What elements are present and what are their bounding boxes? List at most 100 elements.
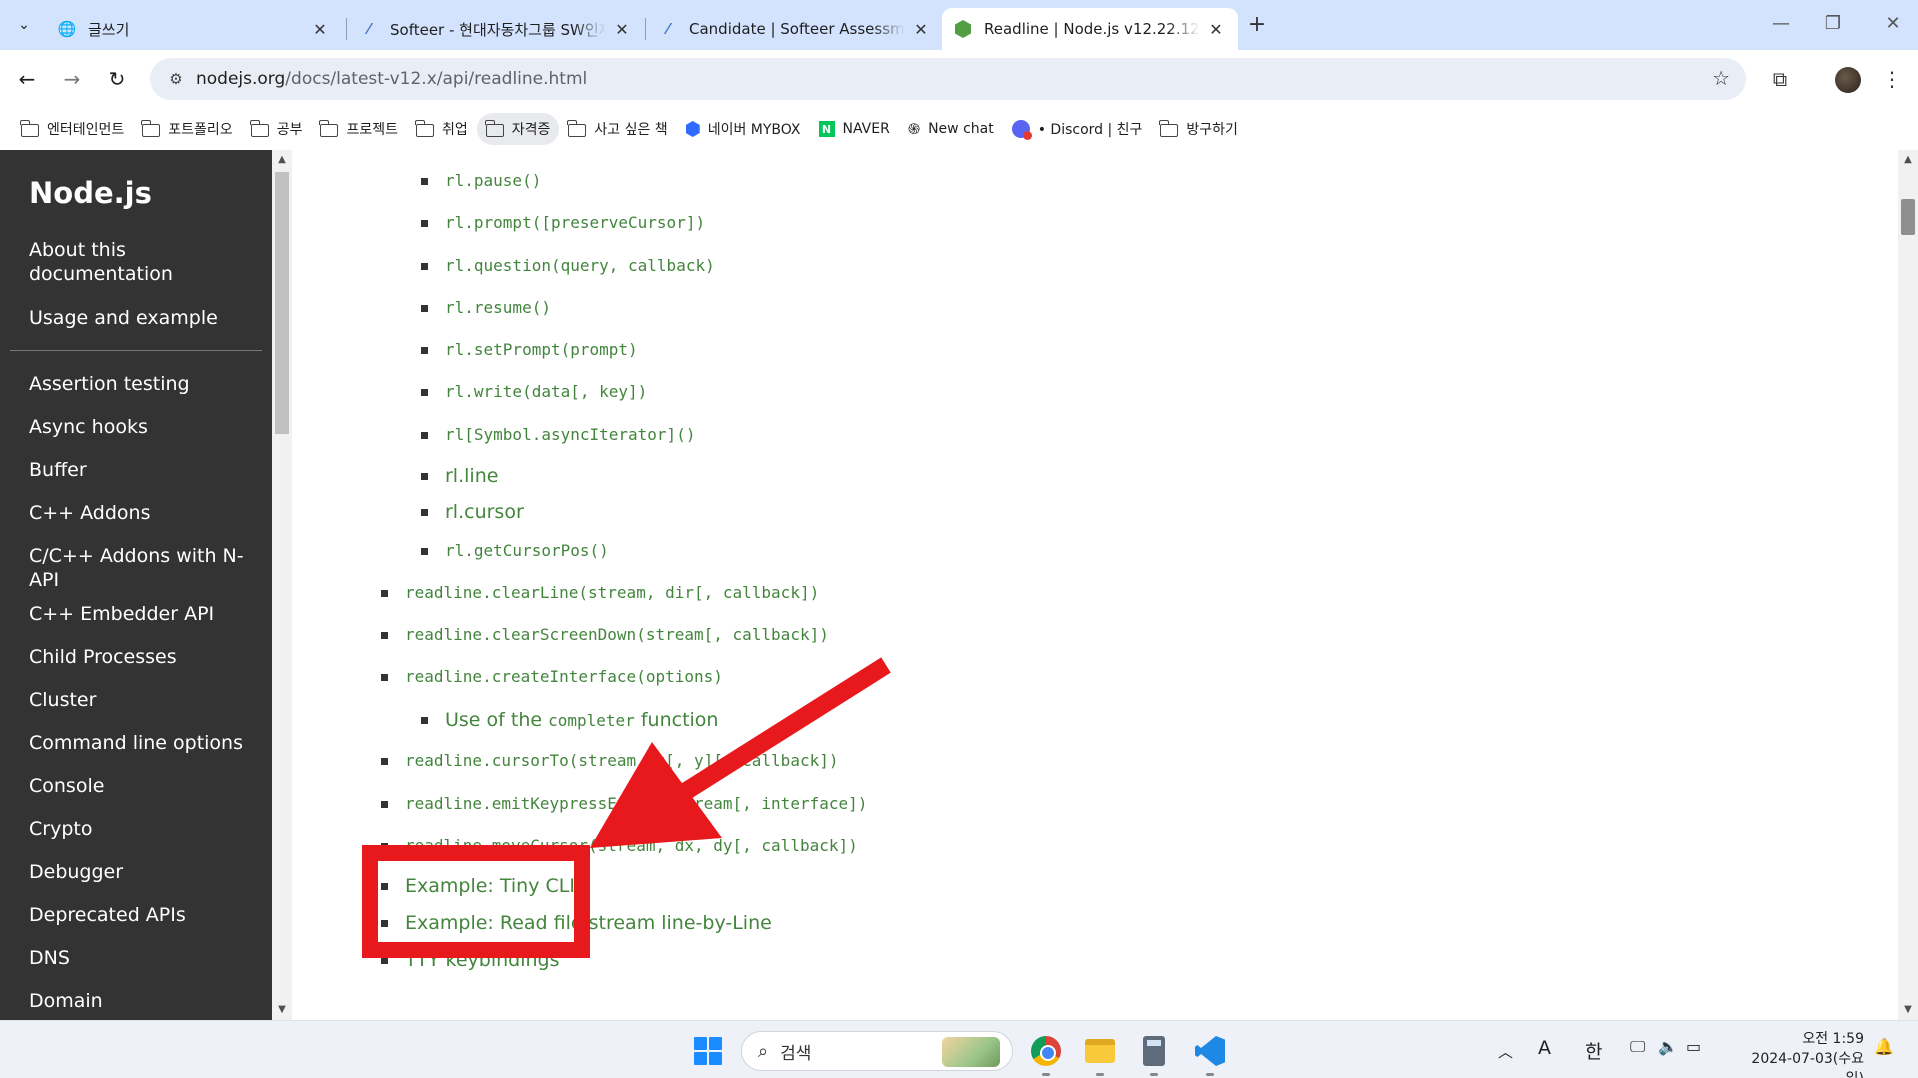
vscode-icon[interactable] <box>1190 1031 1230 1071</box>
sidebar-item[interactable]: C/C++ Addons with N-API <box>29 544 269 592</box>
link-text: function <box>634 709 719 731</box>
toc-list-item: rl.write(data[, key]) <box>421 380 647 404</box>
toc-link[interactable]: readline.emitKeypressEvents(stream[, int… <box>405 792 867 816</box>
toc-link[interactable]: rl.setPrompt(prompt) <box>445 338 638 362</box>
sidebar-item[interactable]: C++ Embedder API <box>29 602 269 626</box>
sidebar-item[interactable]: Command line options <box>29 731 269 755</box>
toc-link[interactable]: rl.line <box>445 464 498 488</box>
sidebar-item[interactable]: Domain <box>29 989 269 1013</box>
ime-language-indicator[interactable]: 한 <box>1585 1037 1602 1064</box>
sidebar-item[interactable]: Cluster <box>29 688 269 712</box>
bookmark-folder[interactable]: 엔터테인먼트 <box>12 113 133 145</box>
sidebar-item-usage[interactable]: Usage and example <box>29 306 269 330</box>
window-close-icon[interactable]: ✕ <box>1868 8 1918 40</box>
toc-link[interactable]: rl.prompt([preserveCursor]) <box>445 211 705 235</box>
tab-3[interactable]: ⁄ Candidate | Softeer Assessment ✕ <box>647 8 943 50</box>
scroll-up-arrow-icon[interactable]: ▲ <box>272 154 292 165</box>
battery-icon[interactable]: ▭ <box>1686 1037 1701 1056</box>
bookmark-link[interactable]: • Discord | 친구 <box>1003 113 1152 145</box>
running-indicator <box>1150 1073 1158 1076</box>
toc-link[interactable]: rl.pause() <box>445 169 541 193</box>
close-tab-icon[interactable]: ✕ <box>310 20 330 39</box>
folder-icon <box>141 119 161 137</box>
bookmark-folder[interactable]: 공부 <box>242 113 312 145</box>
bookmark-label: 공부 <box>276 122 303 138</box>
sidebar-item[interactable]: Crypto <box>29 817 269 841</box>
windows-start-icon[interactable] <box>694 1037 722 1065</box>
system-clock[interactable]: 오전 1:59 2024-07-03(수요일) <box>1734 1029 1894 1078</box>
bookmark-folder[interactable]: 포트폴리오 <box>133 113 241 145</box>
tab-2[interactable]: ⁄ Softeer - 현대자동차그룹 SW인재확보플랫폼 ✕ <box>348 8 644 50</box>
address-bar[interactable]: ⚙ nodejs.org/docs/latest-v12.x/api/readl… <box>150 58 1746 100</box>
reload-button[interactable]: ↻ <box>101 63 133 95</box>
sidebar-item[interactable]: Debugger <box>29 860 269 884</box>
tab-1[interactable]: 🌐 글쓰기 ✕ <box>46 8 342 50</box>
volume-icon[interactable]: 🔈 <box>1658 1037 1678 1056</box>
bookmark-link[interactable]: N NAVER <box>810 113 899 145</box>
toc-link[interactable]: readline.clearScreenDown(stream[, callba… <box>405 623 829 647</box>
site-info-icon[interactable]: ⚙ <box>156 70 196 88</box>
sidebar-item[interactable]: Async hooks <box>29 415 269 439</box>
sidebar-item[interactable]: Console <box>29 774 269 798</box>
calculator-icon[interactable] <box>1134 1031 1174 1071</box>
notification-bell-icon[interactable]: 🔔 <box>1874 1037 1894 1056</box>
bookmark-link[interactable]: 네이버 MYBOX <box>677 113 810 145</box>
forward-button[interactable]: → <box>56 63 88 95</box>
scroll-down-arrow-icon[interactable]: ▼ <box>272 1004 292 1015</box>
toc-link[interactable]: rl.question(query, callback) <box>445 254 715 278</box>
sidebar-item[interactable]: Deprecated APIs <box>29 903 269 927</box>
bookmark-folder[interactable]: 프로젝트 <box>311 113 407 145</box>
sidebar-scroll-thumb[interactable] <box>275 172 289 434</box>
toc-link[interactable]: rl[Symbol.asyncIterator]() <box>445 423 695 447</box>
toc-link[interactable]: rl.cursor <box>445 500 524 524</box>
profile-avatar[interactable] <box>1835 67 1861 93</box>
toc-link[interactable]: readline.clearLine(stream, dir[, callbac… <box>405 581 819 605</box>
nodejs-logo[interactable]: Node.js <box>29 176 152 210</box>
network-icon[interactable]: 🖵 <box>1630 1037 1645 1057</box>
more-menu-icon[interactable]: ⋮ <box>1876 63 1908 95</box>
tab-search-button[interactable]: ⌄ <box>8 9 40 41</box>
extensions-icon[interactable]: ⧉ <box>1764 63 1796 95</box>
chrome-icon[interactable] <box>1026 1031 1066 1071</box>
bookmark-star-icon[interactable]: ☆ <box>1712 66 1730 90</box>
taskbar-search[interactable]: ⌕ 검색 <box>741 1031 1013 1071</box>
page-scrollbar[interactable] <box>1898 150 1918 1020</box>
toc-link[interactable]: rl.resume() <box>445 296 551 320</box>
toc-link[interactable]: rl.write(data[, key]) <box>445 380 647 404</box>
restore-icon[interactable]: ❐ <box>1808 8 1858 40</box>
toc-link[interactable]: readline.cursorTo(stream, x[, y][, callb… <box>405 749 838 773</box>
sidebar-item[interactable]: Buffer <box>29 458 269 482</box>
bookmarks-bar: 엔터테인먼트 포트폴리오 공부 프로젝트 취업 자격증 사고 싶은 책 네이버 … <box>0 108 1918 150</box>
sidebar-item[interactable]: Assertion testing <box>29 372 269 396</box>
ime-mode-indicator[interactable]: A <box>1538 1037 1551 1059</box>
back-button[interactable]: ← <box>11 63 43 95</box>
bookmark-folder[interactable]: 방구하기 <box>1151 113 1247 145</box>
bookmark-link[interactable]: ֍ New chat <box>899 113 1003 145</box>
toc-list-item: rl.setPrompt(prompt) <box>421 338 638 362</box>
scroll-up-arrow-icon[interactable]: ▲ <box>1898 154 1918 165</box>
new-tab-button[interactable]: + <box>1244 12 1270 37</box>
clock-date: 2024-07-03(수요일) <box>1751 1051 1864 1078</box>
toc-link[interactable]: Use of the completer function <box>445 708 718 732</box>
close-tab-icon[interactable]: ✕ <box>911 20 931 39</box>
toc-link[interactable]: rl.getCursorPos() <box>445 539 609 563</box>
minimize-icon[interactable]: — <box>1756 8 1806 40</box>
clock-time: 오전 1:59 <box>1802 1031 1864 1047</box>
sidebar-item[interactable]: DNS <box>29 946 269 970</box>
close-tab-icon[interactable]: ✕ <box>612 20 632 39</box>
toc-list-item: rl.getCursorPos() <box>421 539 609 563</box>
bookmark-folder[interactable]: 취업 <box>407 113 477 145</box>
tray-overflow-icon[interactable]: ︿ <box>1498 1041 1513 1062</box>
bookmark-folder[interactable]: 자격증 <box>476 113 560 145</box>
file-explorer-icon[interactable] <box>1080 1031 1120 1071</box>
sidebar-item[interactable]: Child Processes <box>29 645 269 669</box>
close-tab-icon[interactable]: ✕ <box>1206 20 1226 39</box>
toc-link[interactable]: readline.createInterface(options) <box>405 665 723 689</box>
bookmark-folder[interactable]: 사고 싶은 책 <box>559 113 676 145</box>
sidebar-item[interactable]: C++ Addons <box>29 501 269 525</box>
sidebar-item-about[interactable]: About this documentation <box>29 238 269 286</box>
page-scroll-thumb[interactable] <box>1901 199 1915 235</box>
tab-4-active[interactable]: Readline | Node.js v12.22.12 Documentati… <box>942 8 1238 50</box>
scroll-down-arrow-icon[interactable]: ▼ <box>1898 1004 1918 1015</box>
browser-toolbar: ← → ↻ ⚙ nodejs.org/docs/latest-v12.x/api… <box>0 50 1918 108</box>
